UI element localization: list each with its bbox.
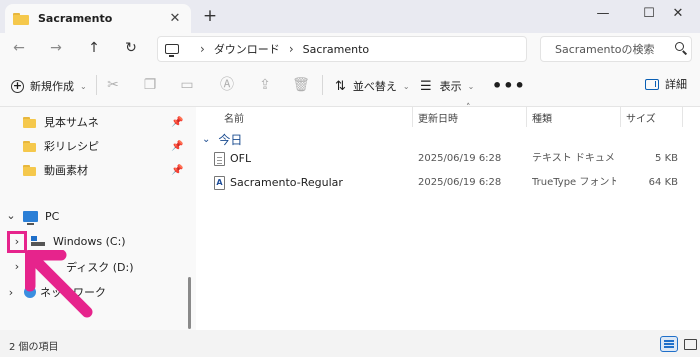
folder-icon: [23, 164, 36, 176]
pin-icon[interactable]: 📌: [171, 165, 183, 176]
details-view-icon[interactable]: [660, 336, 678, 352]
tiles-view-icon[interactable]: [681, 336, 699, 352]
table-row[interactable]: A Sacramento-Regular 2025/06/19 6:28 Tru…: [196, 171, 700, 195]
column-divider[interactable]: [682, 107, 683, 127]
status-bar: 2 個の項目: [0, 330, 700, 357]
command-bar: + 新規作成 ⌄ ✂ ❐ ▭ Ⓐ ⇪ 🗑 ⇅ 並べ替え ⌄ ☰ 表示 ⌄ •••…: [0, 63, 700, 107]
text-document-icon: [214, 152, 225, 166]
breadcrumb-separator: ›: [288, 42, 294, 56]
sort-ascending-icon: ˄: [466, 103, 471, 113]
view-icon: ☰: [420, 78, 432, 94]
back-arrow-icon[interactable]: ←: [7, 37, 31, 59]
rename-icon[interactable]: Ⓐ: [218, 76, 236, 94]
toolbar-divider: [96, 75, 97, 95]
expand-chevron-down-icon[interactable]: ⌄: [5, 209, 17, 222]
up-arrow-icon[interactable]: ↑: [82, 37, 106, 59]
highlight-box: [7, 231, 27, 253]
expand-chevron-right-icon[interactable]: ›: [11, 260, 23, 273]
sidebar-item-sai-recipe[interactable]: 彩リレシピ: [23, 134, 99, 158]
column-header-name[interactable]: 名前: [224, 107, 244, 127]
address-bar[interactable]: › ダウンロード › Sacramento: [157, 36, 527, 62]
pin-icon[interactable]: 📌: [171, 141, 183, 152]
file-date: 2025/06/19 6:28: [418, 177, 502, 188]
file-list: ˄ 名前 更新日時 種類 サイズ ⌄ 今日 OFL 2025/06/19 6:2…: [196, 103, 700, 330]
group-header-today[interactable]: ⌄ 今日: [202, 131, 242, 148]
font-file-icon: A: [214, 176, 225, 190]
view-button-label: 表示: [439, 80, 462, 93]
item-count: 2 個の項目: [9, 342, 59, 353]
file-name: OFL: [230, 152, 252, 165]
new-button[interactable]: + 新規作成 ⌄: [11, 76, 87, 96]
search-input[interactable]: Sacramentoの検索: [540, 36, 692, 62]
window-tab[interactable]: Sacramento ✕: [5, 4, 191, 33]
add-circle-icon: +: [11, 78, 24, 93]
cut-icon[interactable]: ✂: [104, 76, 122, 94]
sidebar-item-pc[interactable]: PC: [23, 204, 59, 228]
sidebar-scrollbar[interactable]: [188, 277, 191, 329]
folder-icon: [23, 116, 36, 128]
toolbar-divider: [322, 75, 323, 95]
file-type: テキスト ドキュメント: [532, 153, 616, 164]
tab-close-icon[interactable]: ✕: [165, 11, 185, 26]
windows-drive-icon: [31, 236, 45, 246]
details-pane-button[interactable]: 詳細: [645, 76, 687, 92]
file-date: 2025/06/19 6:28: [418, 153, 502, 164]
new-button-label: 新規作成: [30, 80, 74, 93]
chevron-down-icon: ⌄: [202, 134, 211, 145]
chevron-down-icon: ⌄: [80, 81, 87, 91]
sidebar-item-mihon-samune[interactable]: 見本サムネ: [23, 110, 99, 134]
more-options-icon[interactable]: •••: [492, 76, 526, 95]
breadcrumb-downloads[interactable]: ダウンロード: [214, 41, 280, 57]
breadcrumb-sacramento[interactable]: Sacramento: [303, 43, 370, 56]
sort-button-label: 並べ替え: [352, 80, 397, 93]
folder-icon: [13, 12, 29, 25]
tab-title: Sacramento: [38, 12, 113, 25]
table-row[interactable]: OFL 2025/06/19 6:28 テキスト ドキュメント 5 KB: [196, 147, 700, 171]
new-tab-button[interactable]: +: [200, 6, 220, 26]
file-type: TrueType フォント フ...: [532, 177, 616, 188]
column-header-size[interactable]: サイズ: [626, 107, 656, 127]
navigation-bar: ← → ↑ ↻ › ダウンロード › Sacramento Sacramento…: [0, 33, 700, 63]
search-placeholder: Sacramentoの検索: [555, 43, 655, 56]
title-bar: Sacramento ✕ + — ☐ ✕: [0, 0, 700, 33]
pc-icon: [23, 210, 38, 225]
share-icon[interactable]: ⇪: [256, 76, 274, 94]
chevron-down-icon: ⌄: [467, 81, 475, 91]
sidebar-item-label: 彩リレシピ: [44, 140, 99, 153]
group-label: 今日: [218, 133, 243, 147]
column-divider[interactable]: [412, 107, 413, 127]
column-divider[interactable]: [526, 107, 527, 127]
delete-icon[interactable]: 🗑: [292, 76, 310, 94]
sort-icon: ⇅: [335, 78, 346, 94]
annotation-arrow: [25, 250, 93, 318]
pin-icon[interactable]: 📌: [171, 117, 183, 128]
expand-chevron-right-icon[interactable]: ›: [5, 286, 17, 299]
sidebar-item-label: 見本サムネ: [44, 116, 99, 129]
sidebar-item-label: 動画素材: [44, 164, 88, 177]
refresh-icon[interactable]: ↻: [119, 37, 143, 59]
sidebar-item-douga-sozai[interactable]: 動画素材: [23, 158, 88, 182]
view-button[interactable]: ☰ 表示 ⌄: [420, 76, 474, 96]
file-size: 5 KB: [655, 153, 678, 164]
details-pane-icon: [645, 78, 659, 90]
file-name: Sacramento-Regular: [230, 176, 343, 189]
column-header-type[interactable]: 種類: [532, 107, 552, 127]
column-header-date[interactable]: 更新日時: [418, 107, 458, 127]
forward-arrow-icon[interactable]: →: [44, 37, 68, 59]
close-window-button[interactable]: ✕: [656, 0, 700, 30]
minimize-button[interactable]: —: [580, 0, 626, 30]
breadcrumb-separator: ›: [200, 42, 205, 56]
chevron-down-icon: ⌄: [402, 81, 410, 91]
column-divider[interactable]: [620, 107, 621, 127]
paste-icon[interactable]: ▭: [178, 76, 196, 94]
sidebar-item-label: Windows (C:): [53, 234, 126, 248]
file-size: 64 KB: [648, 177, 678, 188]
details-pane-label: 詳細: [665, 78, 687, 91]
monitor-icon: [165, 44, 179, 57]
copy-icon[interactable]: ❐: [141, 76, 159, 94]
sort-button[interactable]: ⇅ 並べ替え ⌄: [335, 76, 410, 96]
sidebar-item-label: PC: [45, 209, 60, 223]
folder-icon: [23, 140, 36, 152]
search-icon[interactable]: [673, 40, 691, 58]
